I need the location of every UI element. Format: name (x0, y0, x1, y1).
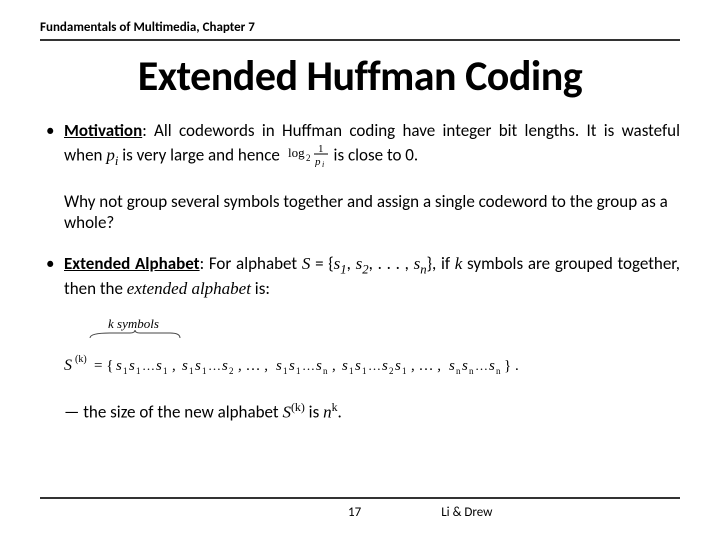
svg-text:…: … (142, 358, 155, 373)
svg-text:s: s (276, 358, 282, 374)
size-a: — the size of the new alphabet (64, 401, 282, 422)
motivation-why: Why not group several symbols together a… (40, 191, 680, 234)
svg-text:s: s (316, 358, 322, 374)
svg-text:s: s (342, 358, 348, 374)
svg-text:…: … (368, 358, 381, 373)
svg-text:k symbols: k symbols (108, 318, 159, 331)
ext-close: }, if (427, 253, 455, 274)
ext-eq: = { (310, 253, 333, 274)
svg-text:1: 1 (402, 366, 407, 376)
overbrace-icon: k symbols (80, 318, 200, 340)
ext-text-a: : For alphabet (200, 253, 302, 274)
chapter-header: Fundamentals of Multimedia, Chapter 7 (40, 20, 680, 41)
svg-text:} .: } . (504, 358, 519, 374)
svg-text:s: s (289, 358, 295, 374)
k-symbols-brace: k symbols (80, 318, 680, 346)
svg-text:n: n (496, 366, 501, 376)
svg-text:1: 1 (189, 366, 194, 376)
svg-text:s: s (156, 358, 162, 374)
svg-text:2: 2 (306, 153, 311, 163)
svg-text:n: n (469, 366, 474, 376)
svg-text:= {: = { (94, 358, 113, 374)
Sk: S (282, 402, 291, 421)
svg-text:1: 1 (283, 366, 288, 376)
svg-text:s: s (449, 358, 455, 374)
svg-text:1: 1 (296, 366, 301, 376)
svg-text:S: S (64, 357, 72, 374)
svg-text:s: s (382, 358, 388, 374)
svg-text:s: s (462, 358, 468, 374)
svg-text:1: 1 (362, 366, 367, 376)
svg-text:i: i (322, 160, 324, 167)
Sk-sup: (k) (291, 400, 305, 414)
motivation-label: Motivation (64, 120, 142, 141)
log-formula: log21pi (288, 141, 330, 172)
svg-text:p: p (314, 156, 321, 167)
bullet-dot: • (46, 253, 54, 274)
svg-text:s: s (129, 358, 135, 374)
svg-text:s: s (355, 358, 361, 374)
svg-text:1: 1 (349, 366, 354, 376)
svg-text:1: 1 (318, 143, 324, 155)
ea: extended alphabet (127, 279, 251, 298)
footer-authors: Li & Drew (411, 505, 680, 520)
size-c: . (338, 401, 342, 422)
extended-label: Extended Alphabet (64, 253, 200, 274)
footer: 17 Li & Drew (40, 497, 680, 520)
svg-text:1: 1 (123, 366, 128, 376)
slide-body: • Motivation: All codewords in Huffman c… (40, 120, 680, 422)
svg-text:s: s (222, 358, 228, 374)
bullet-dot: • (46, 120, 54, 141)
svg-text:, … ,: , … , (238, 358, 268, 374)
svg-text:1: 1 (202, 366, 207, 376)
dots: , . . . , (369, 253, 414, 274)
svg-text:2: 2 (389, 366, 394, 376)
sep1: , (347, 253, 356, 274)
motivation-text-c: is close to 0. (330, 145, 419, 166)
svg-text:,: , (332, 358, 336, 374)
svg-text:…: … (208, 358, 221, 373)
svg-text:log: log (288, 145, 305, 160)
svg-text:2: 2 (229, 366, 234, 376)
size-note: — the size of the new alphabet S(k) is n… (40, 400, 680, 423)
svg-text:…: … (475, 358, 488, 373)
extended-bullet: • Extended Alphabet: For alphabet S = {s… (40, 253, 680, 300)
motivation-text-b: is very large and hence (118, 145, 283, 166)
nk: n (323, 402, 332, 421)
page-number: 17 (40, 505, 411, 520)
svg-text:,: , (172, 358, 176, 374)
slide-title: Extended Huffman Coding (40, 51, 680, 102)
set-formula: S (k) = { s1 s1 … s1 , s1 s1 … s2 , … , … (64, 352, 680, 386)
svg-text:s: s (195, 358, 201, 374)
svg-text:s: s (182, 358, 188, 374)
svg-text:n: n (323, 366, 328, 376)
svg-text:…: … (302, 358, 315, 373)
ext-text-c: is: (251, 278, 270, 299)
size-b: is (305, 401, 323, 422)
svg-text:(k): (k) (75, 354, 87, 365)
svg-text:n: n (456, 366, 461, 376)
svg-text:s: s (489, 358, 495, 374)
svg-text:1: 1 (136, 366, 141, 376)
motivation-bullet: • Motivation: All codewords in Huffman c… (40, 120, 680, 173)
svg-text:s: s (395, 358, 401, 374)
svg-text:1: 1 (163, 366, 168, 376)
svg-text:, … ,: , … , (411, 358, 441, 374)
pi-var: p (106, 146, 115, 165)
svg-text:s: s (116, 358, 122, 374)
